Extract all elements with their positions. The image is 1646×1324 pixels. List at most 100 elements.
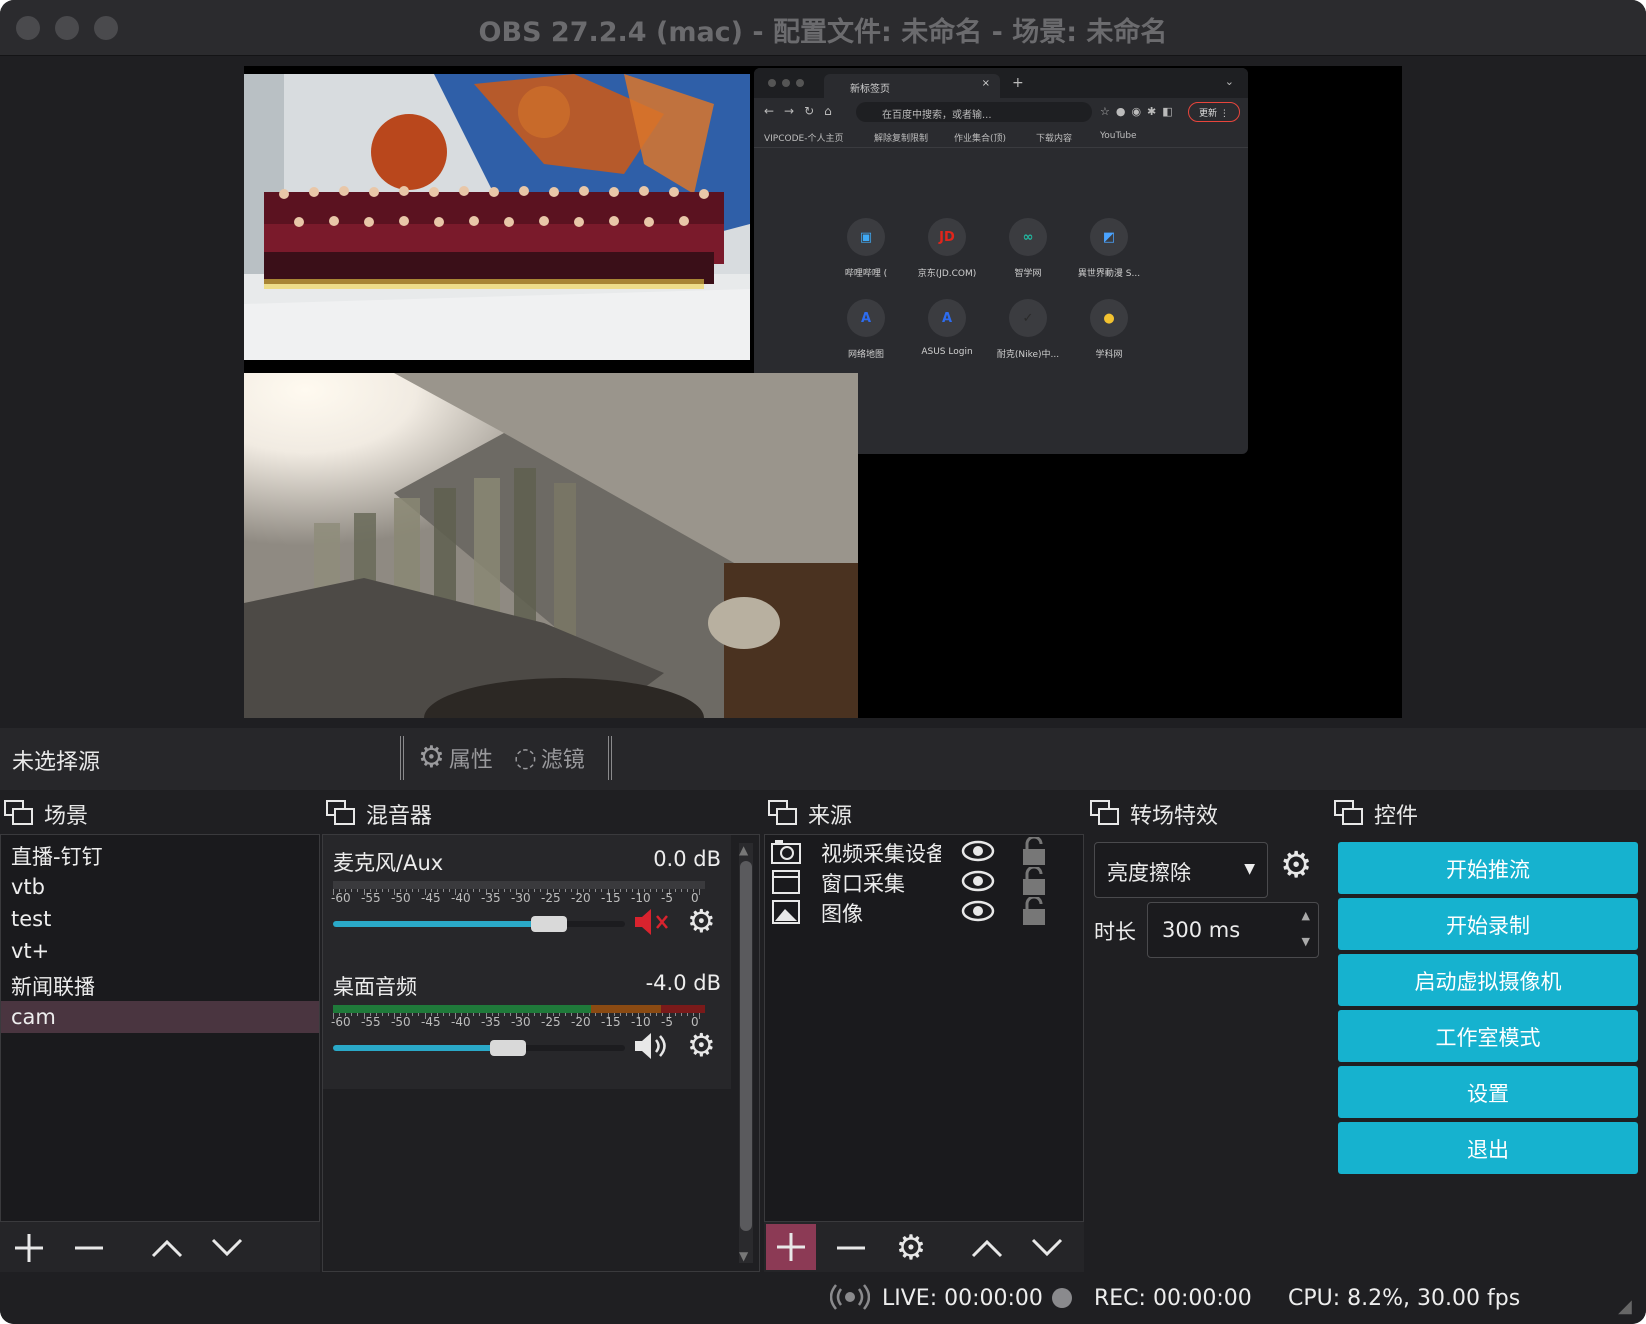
update-label: 更新 — [1199, 109, 1218, 119]
rec-timer: REC: 00:00:00 — [1094, 1286, 1252, 1311]
new-tab-icon: + — [1012, 75, 1024, 91]
scroll-up-arrow-icon[interactable]: ▲ — [739, 843, 748, 857]
preview-canvas[interactable]: 新标签页 × + ⌄ ←→↻⌂ 在百度中搜索，或者输... ☆●◉✱◧ 更新 ⋮ — [244, 66, 1402, 718]
browser-extension-icons: ☆●◉✱◧ — [1100, 105, 1179, 118]
minus-icon — [837, 1246, 865, 1250]
transition-select[interactable]: 亮度擦除 ▼ — [1094, 842, 1268, 898]
tick-label: -25 — [541, 1015, 561, 1029]
browser-nav-icons: ←→↻⌂ — [764, 104, 842, 118]
meter-tick — [564, 889, 566, 892]
transitions-dock-header: 转场特效 — [1086, 790, 1326, 834]
meter-yellow-segment — [591, 1005, 661, 1013]
source-name: 视频采集设备 — [821, 842, 941, 866]
shortcut-label: 京东(JD.COM) — [917, 269, 977, 279]
tick-label: -40 — [451, 1015, 471, 1029]
move-source-up-button[interactable] — [962, 1228, 1012, 1268]
move-source-down-button[interactable] — [1022, 1228, 1072, 1268]
move-scene-up-button[interactable] — [142, 1228, 192, 1268]
speaker-muted-icon — [635, 909, 668, 935]
sources-list[interactable]: 视频采集设备 窗口采集 图像 — [764, 834, 1084, 1222]
scene-item[interactable]: vt+ — [1, 935, 319, 967]
exit-button[interactable]: 退出 — [1338, 1122, 1638, 1174]
cpu-fps-status: CPU: 8.2%, 30.00 fps — [1288, 1286, 1521, 1311]
resize-grip-icon[interactable]: ◢ — [1618, 1296, 1632, 1317]
scene-item[interactable]: 新闻联播 — [1, 967, 319, 999]
unlocked-lock-icon[interactable] — [1021, 895, 1047, 932]
transitions-title: 转场特效 — [1130, 804, 1219, 829]
visibility-eye-icon[interactable] — [961, 869, 995, 898]
visibility-eye-icon[interactable] — [961, 839, 995, 868]
spin-down-icon[interactable]: ▼ — [1302, 935, 1310, 948]
tick-label: -30 — [511, 891, 531, 905]
source-item[interactable]: 窗口采集 — [765, 865, 1083, 898]
shortcut-icon: JD — [928, 218, 966, 256]
dock-window-icon — [4, 800, 33, 825]
start-recording-button[interactable]: 开始录制 — [1338, 898, 1638, 950]
meter-tick — [674, 1013, 676, 1016]
tick-label: -35 — [481, 1015, 501, 1029]
image-icon — [772, 900, 800, 924]
shortcut-icon: ◩ — [1090, 218, 1128, 256]
scene-item[interactable]: test — [1, 903, 319, 935]
browser-tab-title: 新标签页 — [850, 84, 890, 95]
filters-button[interactable]: ◌ 滤镜 — [514, 742, 585, 774]
start-virtual-camera-button[interactable]: 启动虚拟摄像机 — [1338, 954, 1638, 1006]
settings-button[interactable]: 设置 — [1338, 1066, 1638, 1118]
scenes-list[interactable]: 直播-钉钉 vtb test vt+ 新闻联播 cam — [0, 834, 320, 1222]
properties-button[interactable]: ⚙ 属性 — [418, 742, 493, 774]
studio-mode-button[interactable]: 工作室模式 — [1338, 1010, 1638, 1062]
tick-label: -35 — [481, 891, 501, 905]
tick-label: -15 — [601, 891, 621, 905]
volume-slider-handle[interactable] — [490, 1040, 526, 1056]
browser-shortcut: A ASUS Login — [905, 299, 989, 357]
start-streaming-button[interactable]: 开始推流 — [1338, 842, 1638, 894]
add-source-button[interactable] — [766, 1224, 816, 1270]
transition-selected-label: 亮度擦除 — [1107, 861, 1191, 885]
meter-tick — [674, 889, 676, 892]
remove-source-button[interactable] — [826, 1228, 876, 1268]
scene-item[interactable]: 直播-钉钉 — [1, 837, 319, 869]
broadcast-icon — [829, 1282, 871, 1318]
remove-scene-button[interactable] — [64, 1228, 114, 1268]
visibility-eye-icon[interactable] — [961, 899, 995, 928]
controls-dock-header: 控件 — [1330, 790, 1646, 834]
duration-label: 时长 — [1094, 920, 1136, 944]
camera-icon — [771, 840, 801, 864]
browser-shortcut: ▣ 哔哩哔哩 ( — [824, 218, 908, 279]
transition-settings-gear-icon[interactable]: ⚙ — [1280, 848, 1312, 884]
channel-settings-gear-icon[interactable]: ⚙ — [687, 905, 716, 937]
filters-label: 滤镜 — [540, 748, 585, 773]
shortcut-label: 哔哩哔哩 ( — [844, 269, 888, 279]
source-properties-gear-icon[interactable]: ⚙ — [886, 1228, 936, 1268]
meter-tick — [473, 1013, 475, 1016]
spin-up-icon[interactable]: ▲ — [1302, 909, 1310, 922]
bookmark-item: 解除复制限制 — [874, 134, 929, 144]
shortcut-label: 耐克(Nike)中... — [996, 350, 1060, 360]
tick-label: -20 — [571, 1015, 591, 1029]
meter-tick — [564, 1013, 566, 1016]
add-scene-button[interactable] — [4, 1228, 54, 1268]
tick-label: -10 — [631, 1015, 651, 1029]
meter-tick — [534, 889, 536, 892]
meter-tick — [387, 889, 389, 892]
move-scene-down-button[interactable] — [202, 1228, 252, 1268]
volume-slider-handle[interactable] — [531, 916, 567, 932]
source-item[interactable]: 视频采集设备 — [765, 835, 1083, 868]
duration-spinbox[interactable]: 300 ms ▲ ▼ — [1147, 902, 1319, 958]
plus-icon — [777, 1233, 805, 1261]
scroll-down-arrow-icon[interactable]: ▼ — [739, 1249, 748, 1263]
mute-button[interactable] — [633, 1031, 671, 1065]
source-item[interactable]: 图像 — [765, 895, 1083, 928]
mixer-scrollbar-thumb[interactable] — [740, 861, 752, 1231]
mixer-scrollbar[interactable]: ▲ ▼ — [739, 843, 753, 1263]
scene-item-selected[interactable]: cam — [1, 1001, 319, 1033]
meter-tick — [699, 889, 700, 895]
obs-window: OBS 27.2.4 (mac) - 配置文件: 未命名 - 场景: 未命名 新… — [0, 0, 1646, 1324]
channel-settings-gear-icon[interactable]: ⚙ — [687, 1029, 716, 1061]
mute-button[interactable] — [633, 907, 671, 941]
scene-item[interactable]: vtb — [1, 871, 319, 903]
tick-label: -15 — [601, 1015, 621, 1029]
dock-window-icon — [1090, 800, 1119, 825]
speaker-icon — [635, 1033, 666, 1059]
meter-tick — [686, 889, 688, 892]
